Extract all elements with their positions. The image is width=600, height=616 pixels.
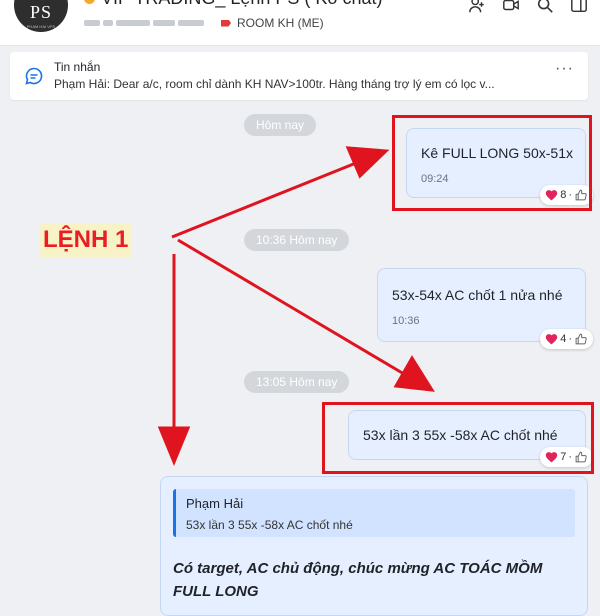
chat-header: PS PHAM HAI VPS VIP TRADING_ Lệnh PS ( K…: [0, 0, 600, 46]
more-options-icon[interactable]: ···: [555, 60, 574, 78]
redacted-block: [116, 20, 150, 26]
redacted-block: [153, 20, 175, 26]
chat-title-text: VIP TRADING_ Lệnh PS ( Ko chat): [101, 0, 382, 8]
status-dot-icon: [84, 0, 95, 4]
message-bubble[interactable]: 53x-54x AC chốt 1 nửa nhé 10:36 4 ·: [377, 268, 593, 349]
arrow-head: [393, 355, 435, 392]
avatar-subtext: PHAM HAI VPS: [26, 24, 56, 29]
quoted-text: 53x lần 3 55x -58x AC chốt nhé: [186, 518, 353, 532]
header-actions: [468, 0, 588, 14]
message-icon: [25, 67, 43, 85]
quoted-message[interactable]: Phạm Hải 53x lần 3 55x -58x AC chốt nhé: [173, 489, 575, 537]
search-icon[interactable]: [536, 0, 554, 14]
chat-title[interactable]: VIP TRADING_ Lệnh PS ( Ko chat): [84, 0, 382, 9]
message-time: 10:36: [392, 315, 420, 327]
pinned-preview-text: Phạm Hải: Dear a/c, room chỉ dành KH NAV…: [54, 77, 495, 91]
pinned-message-bar[interactable]: Tin nhắn Phạm Hải: Dear a/c, room chỉ dà…: [10, 52, 588, 100]
reaction-separator: ·: [568, 333, 572, 345]
group-tag[interactable]: ROOM KH (ME): [221, 16, 324, 30]
arrow-head: [157, 426, 191, 466]
redacted-block: [84, 20, 100, 26]
thumbs-up-icon[interactable]: [574, 332, 588, 346]
redacted-block: [178, 20, 204, 26]
arrow-line: [177, 238, 405, 376]
reply-text: Có target, AC chủ động, chúc mừng AC TOÁ…: [173, 560, 543, 600]
date-separator: 10:36 Hôm nay: [244, 229, 350, 251]
date-separator: 13:05 Hôm nay: [244, 371, 350, 393]
sidebar-toggle-icon[interactable]: [570, 0, 588, 14]
arrow-line: [171, 161, 357, 239]
arrow-head: [345, 146, 390, 179]
label-icon: [221, 19, 231, 27]
video-call-icon[interactable]: [502, 0, 520, 14]
date-separator: Hôm nay: [244, 114, 317, 136]
annotation-label: LỆNH 1: [40, 223, 132, 257]
highlight-box: [322, 402, 594, 474]
quoted-author: Phạm Hải: [186, 496, 244, 511]
chat-subtitle: ROOM KH (ME): [84, 15, 324, 31]
avatar-monogram: PS: [29, 2, 53, 22]
reaction-count: 4: [560, 333, 567, 345]
highlight-box: [392, 115, 592, 211]
heart-icon: [546, 334, 558, 345]
group-avatar[interactable]: PS PHAM HAI VPS: [14, 0, 68, 32]
reaction-bar[interactable]: 4 ·: [540, 329, 593, 349]
group-tag-label: ROOM KH (ME): [237, 16, 324, 30]
message-text: 53x-54x AC chốt 1 nửa nhé: [392, 287, 563, 303]
redacted-block: [103, 20, 113, 26]
add-member-icon[interactable]: [468, 0, 486, 14]
pinned-title: Tin nhắn: [54, 60, 101, 74]
reply-message-bubble[interactable]: Phạm Hải 53x lần 3 55x -58x AC chốt nhé …: [160, 476, 588, 616]
